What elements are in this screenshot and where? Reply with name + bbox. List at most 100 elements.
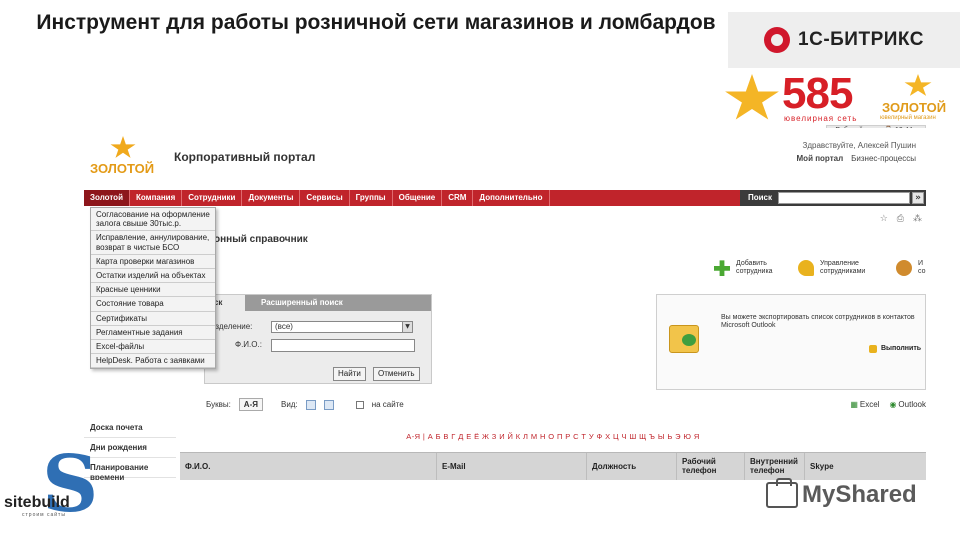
page-tools: ☆ ⎙ ⁂ <box>880 214 922 224</box>
filter-tabs: иск Расширенный поиск <box>205 295 431 311</box>
column-email[interactable]: E-Mail <box>436 453 586 480</box>
employees-table-header: Ф.И.О. E-Mail Должность Рабочий телефон … <box>180 452 926 480</box>
myshared-watermark: MyShared <box>766 477 936 513</box>
outlook-icon <box>669 325 699 353</box>
presentation-icon <box>766 478 798 508</box>
fio-input[interactable] <box>271 339 415 352</box>
bitrix-logo-text: 1С-БИТРИКС <box>798 29 924 50</box>
portal-logo-text: ЗОЛОТОЙ <box>90 161 155 176</box>
menu-item-zolotoy[interactable]: Золотой <box>84 190 130 206</box>
search-label: Поиск <box>748 193 773 202</box>
star-icon <box>110 136 136 158</box>
cancel-button[interactable]: Отменить <box>373 367 420 381</box>
zolotoy-subtitle: ювелирный магазин <box>880 115 936 121</box>
search-bar: Поиск » <box>740 190 926 206</box>
dropdown-item[interactable]: Карта проверки магазинов <box>91 255 215 269</box>
menu-item-communication[interactable]: Общение <box>393 190 443 206</box>
employee-actions: Добавить сотрудника Управление сотрудник… <box>714 260 926 277</box>
page-title: онный справочник <box>214 234 308 245</box>
dropdown-item[interactable]: Excel-файлы <box>91 340 215 355</box>
network-icon[interactable]: ⁂ <box>913 214 922 224</box>
menu-item-documents[interactable]: Документы <box>242 190 301 206</box>
run-export-button[interactable]: Выполнить <box>869 342 921 356</box>
slide-title: Инструмент для работы розничной сети маг… <box>36 11 716 34</box>
extra-action-label: И со <box>918 260 926 276</box>
column-fio[interactable]: Ф.И.О. <box>180 453 436 480</box>
column-position[interactable]: Должность <box>586 453 676 480</box>
excel-export-link[interactable]: Excel <box>850 400 880 409</box>
brand-585-logo: 585 ювелирная сеть ЗОЛОТОЙ ювелирный маг… <box>724 72 960 124</box>
export-description: Вы можете экспортировать список сотрудни… <box>721 314 915 330</box>
view-toolbar: Буквы: А-Я Вид: на сайте Excel Outlook <box>206 398 926 411</box>
menu-item-more[interactable]: Дополнительно <box>473 190 550 206</box>
online-checkbox[interactable] <box>355 400 364 409</box>
column-internal-phone[interactable]: Внутренний телефон <box>744 453 804 480</box>
menu-item-services[interactable]: Сервисы <box>300 190 350 206</box>
az-button[interactable]: А-Я <box>238 398 263 411</box>
zolotoy-dropdown-menu: Согласование на оформление залога свыше … <box>90 207 216 370</box>
add-employee-button[interactable]: Добавить сотрудника <box>714 260 784 277</box>
menu-item-groups[interactable]: Группы <box>350 190 393 206</box>
chevron-down-icon: ▼ <box>402 322 412 332</box>
manage-employees-label: Управление сотрудниками <box>820 260 866 276</box>
outlook-export-link[interactable]: Outlook <box>889 400 926 409</box>
zolotoy-star-icon <box>904 74 932 96</box>
business-processes-link[interactable]: Бизнес-процессы <box>851 154 916 163</box>
sidebar-item-honor-board[interactable]: Доска почета <box>84 418 176 438</box>
user-links: Мой портал Бизнес-процессы <box>797 154 916 163</box>
dropdown-item[interactable]: Остатки изделий на объектах <box>91 269 215 284</box>
dropdown-item[interactable]: Состояние товара <box>91 297 215 312</box>
add-employee-label: Добавить сотрудника <box>736 260 773 276</box>
search-filter: иск Расширенный поиск азделение: (все) ▼… <box>204 294 432 384</box>
my-portal-link[interactable]: Мой портал <box>797 154 844 163</box>
menu-item-crm[interactable]: CRM <box>442 190 474 206</box>
dropdown-item[interactable]: Согласование на оформление залога свыше … <box>91 208 215 232</box>
tab-advanced-search[interactable]: Расширенный поиск <box>261 295 343 311</box>
list-view-icon[interactable] <box>305 399 316 410</box>
dropdown-item[interactable]: Сертификаты <box>91 312 215 326</box>
department-label: азделение: <box>211 322 253 331</box>
zolotoy-logo-text: ЗОЛОТОЙ <box>882 100 947 115</box>
menu-item-employees[interactable]: Сотрудники <box>182 190 243 206</box>
online-label: на сайте <box>371 400 404 409</box>
key-icon <box>798 260 814 277</box>
users-icon <box>896 260 912 277</box>
column-work-phone[interactable]: Рабочий телефон <box>676 453 744 480</box>
brand-subtitle: ювелирная сеть <box>784 114 858 123</box>
manage-employees-button[interactable]: Управление сотрудниками <box>798 260 882 277</box>
portal-logo[interactable]: ЗОЛОТОЙ <box>84 136 164 182</box>
dropdown-item[interactable]: Регламентные задания <box>91 326 215 340</box>
export-links: Excel Outlook <box>850 400 926 409</box>
outlook-export-panel: Вы можете экспортировать список сотрудни… <box>656 294 926 390</box>
bitrix-mark-icon <box>764 27 791 53</box>
plus-icon <box>714 260 730 277</box>
portal-title: Корпоративный портал <box>174 150 316 164</box>
sitebuild-logo: S sitebuild строим сайты <box>4 446 104 536</box>
find-button[interactable]: Найти <box>333 367 366 381</box>
department-select[interactable]: (все) ▼ <box>271 321 413 333</box>
print-icon[interactable]: ⎙ <box>897 214 904 224</box>
department-value: (все) <box>275 322 293 331</box>
portal-screenshot: ЗОЛОТОЙ Корпоративный портал Здравствуйт… <box>84 128 926 480</box>
view-label: Вид: <box>281 400 298 409</box>
bitrix-logo: 1С-БИТРИКС <box>728 12 960 68</box>
menu-item-company[interactable]: Компания <box>130 190 183 206</box>
dropdown-item[interactable]: Красные ценники <box>91 283 215 298</box>
myshared-text: MyShared <box>802 481 917 508</box>
fio-label: Ф.И.О.: <box>235 340 262 349</box>
column-skype[interactable]: Skype <box>804 453 840 480</box>
search-input[interactable] <box>778 192 910 204</box>
card-view-icon[interactable] <box>323 399 334 410</box>
sitebuild-name: sitebuild <box>4 494 70 511</box>
extra-action-button[interactable]: И со <box>896 260 926 277</box>
sitebuild-tagline: строим сайты <box>22 512 66 518</box>
alphabet-filter[interactable]: А-Я | А Б В Г Д Е Ё Ж З И Й К Л М Н О П … <box>180 430 926 444</box>
user-greeting: Здравствуйте, Алексей Пушин <box>802 141 916 150</box>
search-go-button[interactable]: » <box>912 192 924 204</box>
favorite-icon[interactable]: ☆ <box>880 214 888 224</box>
dropdown-item[interactable]: HelpDesk. Работа с заявками <box>91 354 215 369</box>
star-icon <box>725 74 779 120</box>
letters-label: Буквы: <box>206 400 231 409</box>
brand-number: 585 <box>782 69 853 118</box>
dropdown-item[interactable]: Исправление, аннулирование, возврат в чи… <box>91 231 215 255</box>
